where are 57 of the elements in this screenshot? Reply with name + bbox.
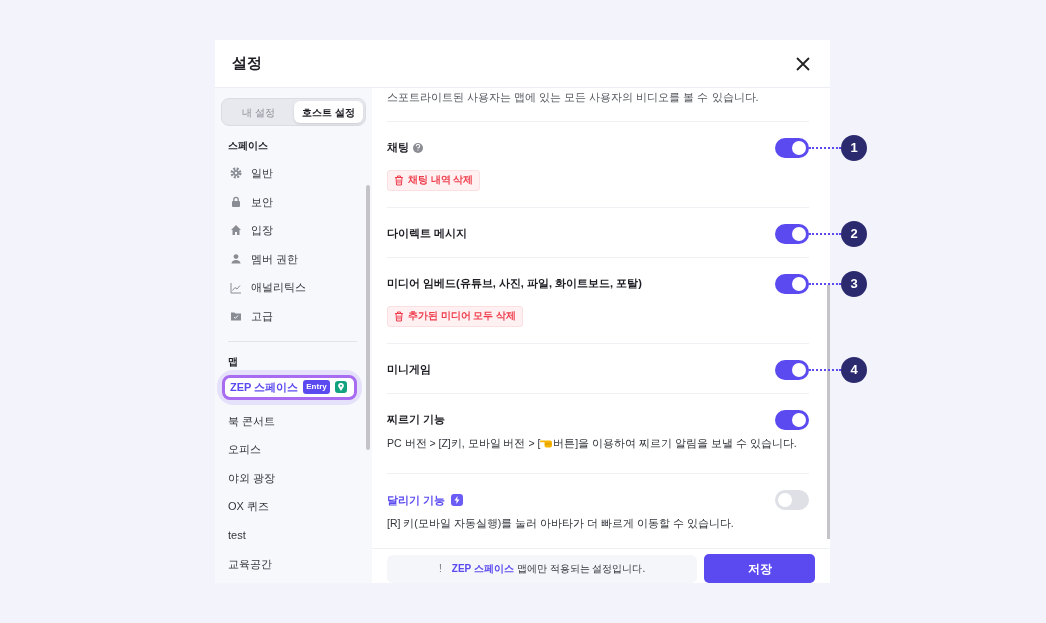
- map-item[interactable]: OX 퀴즈: [228, 498, 269, 515]
- folder-icon: [230, 310, 242, 323]
- map-name: ZEP 스페이스: [230, 379, 299, 395]
- toggle-switch[interactable]: [775, 223, 809, 244]
- sidebar-item[interactable]: 애널리틱스: [251, 279, 306, 296]
- sidebar-item[interactable]: 멤버 권한: [251, 250, 299, 268]
- help-icon[interactable]: [413, 142, 423, 153]
- toggle-switch[interactable]: [775, 137, 809, 158]
- map-item[interactable]: 야외 광장: [228, 469, 276, 487]
- map-item[interactable]: 북 콘서트: [228, 412, 276, 430]
- setting-title: 미디어 임베드(유튜브, 사진, 파일, 화이트보드, 포탈): [387, 276, 642, 292]
- sidebar-item[interactable]: 고급: [251, 308, 273, 325]
- sidebar-item[interactable]: 일반: [251, 165, 273, 182]
- section-heading: 맵: [228, 354, 239, 368]
- section-heading: 스페이스: [228, 139, 269, 153]
- entry-badge: Entry: [303, 380, 330, 395]
- scrollbar[interactable]: [827, 285, 830, 539]
- setting-title: 다이렉트 메시지: [387, 226, 468, 242]
- person-icon: [230, 253, 242, 266]
- toggle-switch[interactable]: [775, 490, 809, 511]
- pointing-hand-icon: [540, 438, 554, 449]
- callout-number: 4: [841, 356, 867, 383]
- setting-title: 달리기 기능: [387, 493, 446, 508]
- toggle-switch[interactable]: [775, 409, 809, 430]
- trash-icon: [394, 174, 404, 186]
- map-name-text: ZEP 스페이스: [451, 562, 514, 576]
- notice-mark: !: [439, 562, 442, 576]
- delete-button[interactable]: 채팅 내역 삭제: [387, 169, 481, 191]
- settings-tab[interactable]: 호스트 설정: [293, 101, 363, 123]
- notice-text: 맵에만 적용되는 설정입니다.: [516, 562, 646, 576]
- scrollbar[interactable]: [366, 185, 370, 450]
- toggle-switch[interactable]: [775, 359, 809, 380]
- setting-description: [R] 키(모바일 자동실행)를 눌러 아바타가 더 빠르게 이동할 수 있습니다.: [387, 516, 734, 532]
- dialog-title: 설정: [232, 53, 262, 74]
- callout-number: 3: [841, 270, 867, 297]
- callout-number: 2: [841, 220, 867, 247]
- map-item[interactable]: ZEP 스페이스 Entry: [222, 374, 357, 400]
- setting-title: 미니게임: [387, 362, 431, 378]
- setting-title: 찌르기 기능: [387, 412, 446, 428]
- home-icon: [230, 224, 242, 237]
- gear-icon: [230, 167, 242, 180]
- chart-icon: [230, 281, 242, 294]
- lock-icon: [230, 195, 242, 208]
- callout-number: 1: [841, 134, 867, 161]
- sidebar-item[interactable]: 보안: [251, 193, 273, 211]
- map-item[interactable]: test: [228, 527, 246, 544]
- save-button[interactable]: 저장: [704, 554, 815, 583]
- setting-title: 채팅: [387, 140, 409, 156]
- toggle-switch[interactable]: [775, 273, 809, 294]
- map-item[interactable]: 오피스: [228, 441, 261, 458]
- setting-description: 버튼]을 이용하여 찌르기 알림을 보낼 수 있습니다.: [553, 435, 797, 451]
- description-text: 스포트라이트된 사용자는 맵에 있는 모든 사용자의 비디오를 볼 수 있습니다.: [387, 88, 809, 122]
- setting-description: PC 버전 > [Z]키, 모바일 버전 > [: [387, 435, 541, 451]
- trash-icon: [394, 310, 404, 322]
- map-item[interactable]: 교육공간: [228, 555, 272, 573]
- sidebar-item[interactable]: 입장: [251, 222, 273, 239]
- delete-button[interactable]: 추가된 미디어 모두 삭제: [387, 305, 523, 327]
